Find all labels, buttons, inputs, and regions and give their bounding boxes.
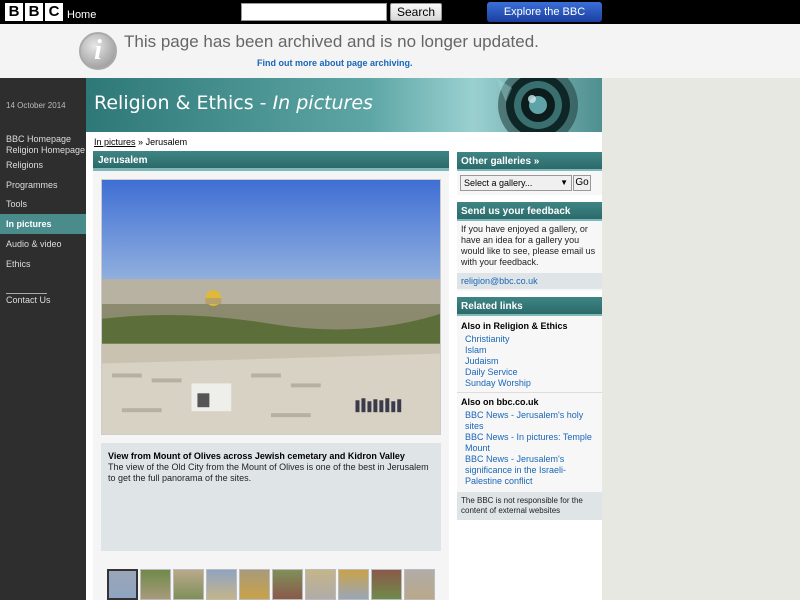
sidebar-item-programmes[interactable]: Programmes <box>0 180 86 190</box>
logo-letter: B <box>25 3 43 21</box>
thumbnail-strip <box>107 569 435 600</box>
gallery-select-value: Select a gallery... <box>464 178 533 188</box>
sidebar-item-in-pictures[interactable]: In pictures <box>0 214 86 234</box>
related-divider <box>457 392 602 393</box>
gallery-thumbnail[interactable] <box>305 569 336 600</box>
sidebar-divider <box>6 293 47 294</box>
gallery-thumbnail[interactable] <box>404 569 435 600</box>
left-sidebar: 14 October 2014 BBC Homepage Religion Ho… <box>0 78 86 600</box>
explore-the-bbc-button[interactable]: Explore the BBC <box>487 2 602 22</box>
logo-letter: C <box>45 3 63 21</box>
logo-letter: B <box>5 3 23 21</box>
gallery-thumbnail[interactable] <box>107 569 138 600</box>
breadcrumb-separator: » <box>138 137 144 147</box>
related-link-christianity[interactable]: Christianity <box>465 334 599 345</box>
related-link-holy-sites[interactable]: BBC News - Jerusalem's holy sites <box>465 410 599 432</box>
page-date: 14 October 2014 <box>6 101 66 110</box>
top-bar: B B C Home Search Explore the BBC <box>0 0 800 24</box>
go-button[interactable]: Go <box>573 175 591 191</box>
other-galleries-heading[interactable]: Other galleries » <box>457 152 602 171</box>
section-title-plain: Religion & Ethics - <box>94 92 273 114</box>
related-group-title: Also in Religion & Ethics <box>461 321 568 331</box>
archive-message: This page has been archived and is no lo… <box>124 32 539 51</box>
home-link[interactable]: Home <box>67 9 96 21</box>
search-button[interactable]: Search <box>390 3 442 21</box>
bbc-logo[interactable]: B B C <box>5 3 63 21</box>
gallery-select[interactable]: Select a gallery... ▼ <box>460 175 572 191</box>
breadcrumb-current: Jerusalem <box>145 137 188 147</box>
chevron-down-icon: ▼ <box>560 178 568 187</box>
sidebar-item-ethics[interactable]: Ethics <box>0 259 86 269</box>
sidebar-item-religions[interactable]: Religions <box>0 160 86 170</box>
gallery-thumbnail[interactable] <box>140 569 171 600</box>
section-title-italic: In pictures <box>272 92 373 114</box>
related-links-heading: Related links <box>457 297 602 316</box>
sidebar-item-religion-homepage[interactable]: Religion Homepage <box>0 145 86 155</box>
gallery-heading: Jerusalem <box>93 151 449 171</box>
gallery-thumbnail[interactable] <box>338 569 369 600</box>
related-group-title: Also on bbc.co.uk <box>461 397 539 407</box>
related-link-significance[interactable]: BBC News - Jerusalem's significance in t… <box>465 454 599 487</box>
related-link-judaism[interactable]: Judaism <box>465 356 599 367</box>
gallery-thumbnail[interactable] <box>371 569 402 600</box>
feedback-heading: Send us your feedback <box>457 202 602 221</box>
archive-info-link[interactable]: Find out more about page archiving. <box>257 58 413 68</box>
photo-caption: View from Mount of Olives across Jewish … <box>101 443 441 551</box>
breadcrumb: In pictures » Jerusalem <box>94 137 187 147</box>
breadcrumb-in-pictures[interactable]: In pictures <box>94 137 136 147</box>
gallery-thumbnail[interactable] <box>239 569 270 600</box>
sidebar-item-bbc-homepage[interactable]: BBC Homepage <box>0 134 86 144</box>
sidebar-item-audio-video[interactable]: Audio & video <box>0 239 86 249</box>
feedback-text: If you have enjoyed a gallery, or have a… <box>461 224 596 267</box>
related-link-sunday-worship[interactable]: Sunday Worship <box>465 378 599 389</box>
gallery-thumbnail[interactable] <box>272 569 303 600</box>
gallery-thumbnail[interactable] <box>173 569 204 600</box>
sidebar-item-tools[interactable]: Tools <box>0 199 86 209</box>
related-link-daily-service[interactable]: Daily Service <box>465 367 599 378</box>
main-content: Religion & Ethics - In pictures In pictu… <box>86 78 602 600</box>
caption-text: The view of the Old City from the Mount … <box>108 462 429 483</box>
related-link-temple-mount[interactable]: BBC News - In pictures: Temple Mount <box>465 432 599 454</box>
section-title: Religion & Ethics - In pictures <box>94 92 373 114</box>
gallery-thumbnail[interactable] <box>206 569 237 600</box>
info-icon: i <box>79 32 117 70</box>
feedback-email-link[interactable]: religion@bbc.co.uk <box>457 273 602 289</box>
caption-title: View from Mount of Olives across Jewish … <box>108 451 405 461</box>
search-input[interactable] <box>241 3 387 21</box>
section-header-banner: Religion & Ethics - In pictures <box>86 78 602 132</box>
camera-lens-icon <box>496 78 578 132</box>
external-links-disclaimer: The BBC is not responsible for the conte… <box>457 492 602 520</box>
gallery-photo <box>101 179 441 435</box>
related-link-islam[interactable]: Islam <box>465 345 599 356</box>
sidebar-item-contact-us[interactable]: Contact Us <box>0 295 86 305</box>
gallery-panel: Jerusalem View from Mount of Olives acro… <box>93 151 449 600</box>
